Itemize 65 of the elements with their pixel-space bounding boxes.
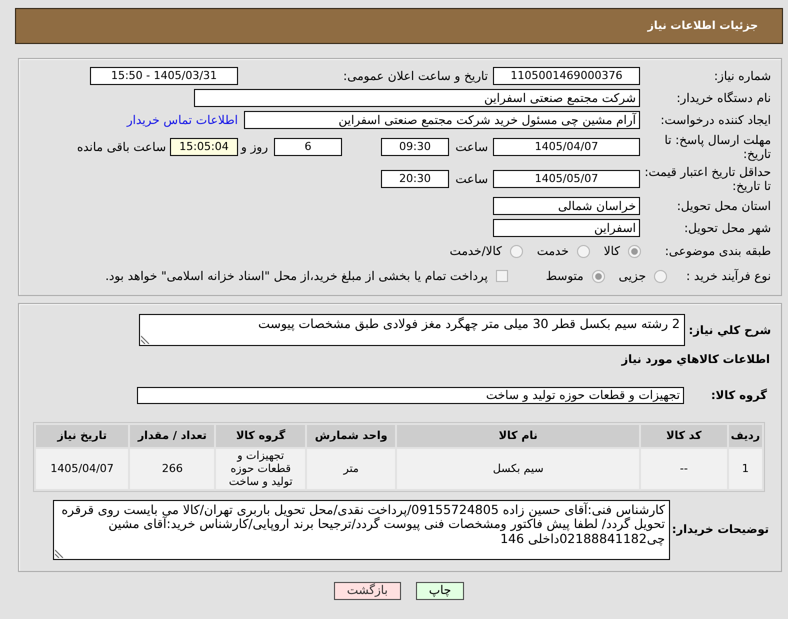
page-title: جزئیات اطلاعات نیاز <box>648 19 758 33</box>
option-label: خدمت <box>536 244 569 259</box>
section-label: توضیحات خریدار: <box>672 522 769 536</box>
print-button[interactable]: چاپ <box>416 582 464 600</box>
field-label: روز و <box>241 140 268 154</box>
section-label: گروه کالا: <box>711 388 767 402</box>
field-label: نوع فرآیند خرید : <box>686 269 771 284</box>
table-cell: -- <box>641 448 727 489</box>
column-header: تاریخ نیاز <box>36 424 128 447</box>
field-label: نام دستگاه خریدار: <box>676 90 771 105</box>
summary-field[interactable]: 2 رشته سیم بکسل قطر 30 میلی متر چهگرد مغز فولادی طبق مشخصات پیوست <box>139 314 685 346</box>
radio-button[interactable] <box>510 244 523 258</box>
section-label: شرح کلي نياز: <box>688 322 771 337</box>
field-label: شهر محل تحویل: <box>684 220 771 235</box>
field-label: استان محل تحویل: <box>676 198 771 213</box>
field-label: حداقل تاریخ اعتبار قیمت: تا تاریخ: <box>644 164 771 193</box>
field-label: ساعت <box>455 140 488 154</box>
radio-button[interactable] <box>654 270 667 283</box>
resize-grip-icon[interactable] <box>141 335 150 344</box>
column-header: نام کالا <box>397 424 640 447</box>
radio-button[interactable] <box>576 244 590 258</box>
goods-group-field[interactable]: تجهیزات و قطعات حوزه تولید و ساخت <box>137 386 684 404</box>
option-label: کالا <box>604 244 620 259</box>
buyer-notes-field[interactable]: کارشناس فنی:آقای حسین زاده 09155724805/پرداخت نقدی/محل تحویل باربری تهران/کالا می بایست روی قرقره تحویل گردد/ لطفا پیش فاکتور ومشخصات فنی پیوست گردد/ترجیحا برند اروپایی/کارشناس خرید:آقای مشین چی02188841182داخلی 146 <box>53 500 670 560</box>
need-number-field[interactable]: 1105001469000376 <box>493 67 640 85</box>
announcement-datetime-field[interactable]: 1405/03/31 - 15:50 <box>90 67 238 85</box>
field-label: مهلت ارسال پاسخ: تا تاریخ: <box>664 132 771 161</box>
option-label: جزیی <box>618 269 646 284</box>
price-validity-time-field[interactable]: 20:30 <box>381 170 449 188</box>
option-label: کالا/خدمت <box>450 244 502 259</box>
section-title: اطلاعات کالاهاي مورد نياز <box>622 352 770 366</box>
delivery-city-field[interactable]: اسفراین <box>493 219 640 237</box>
time-remaining-field[interactable]: 15:05:04 <box>170 138 238 156</box>
option-label: متوسط <box>546 269 584 284</box>
table-cell: سیم بکسل <box>397 448 640 489</box>
deadline-date-field[interactable]: 1405/04/07 <box>493 138 640 156</box>
table-cell: متر <box>306 448 396 489</box>
field-label: ساعت <box>455 172 488 186</box>
checkbox[interactable] <box>496 270 508 282</box>
column-header: ردیف <box>728 424 762 447</box>
radio-button[interactable] <box>628 244 641 258</box>
option-label: پرداخت تمام یا بخشی از مبلغ خرید،از محل "اسناد خزانه اسلامی" خواهد بود. <box>105 269 488 284</box>
price-validity-date-field[interactable]: 1405/05/07 <box>493 170 640 188</box>
column-header: تعداد / مقدار <box>130 424 214 447</box>
radio-button[interactable] <box>592 270 605 283</box>
table-cell: 266 <box>130 448 214 489</box>
field-label: طبقه بندی موضوعی: <box>664 244 771 258</box>
table-cell: 1 <box>728 448 762 489</box>
field-label: ساعت باقی مانده <box>76 140 166 154</box>
table-cell: 1405/04/07 <box>36 448 128 489</box>
field-label: شماره نیاز: <box>714 68 771 83</box>
column-header: واحد شمارش <box>306 424 396 447</box>
column-header: کد کالا <box>641 424 727 447</box>
field-label: تاریخ و ساعت اعلان عمومی: <box>343 68 488 83</box>
requester-field[interactable]: آرام مشین چی مسئول خرید شرکت مجتمع صنعتی اسفراین <box>244 111 640 129</box>
back-button[interactable]: بازگشت <box>334 582 401 600</box>
days-remaining-field[interactable]: 6 <box>274 138 342 156</box>
field-label: ایجاد کننده درخواست: <box>660 112 771 127</box>
resize-grip-icon[interactable] <box>55 548 64 558</box>
column-header: گروه کالا <box>216 424 305 447</box>
contact-info-link[interactable]: اطلاعات تماس خریدار <box>126 112 238 128</box>
delivery-province-field[interactable]: خراسان شمالی <box>493 197 640 215</box>
buyer-organization-field[interactable]: شرکت مجتمع صنعتی اسفراین <box>194 89 640 107</box>
deadline-time-field[interactable]: 09:30 <box>381 138 449 156</box>
table-cell: تجهیزات و قطعات حوزه تولید و ساخت <box>216 448 305 489</box>
